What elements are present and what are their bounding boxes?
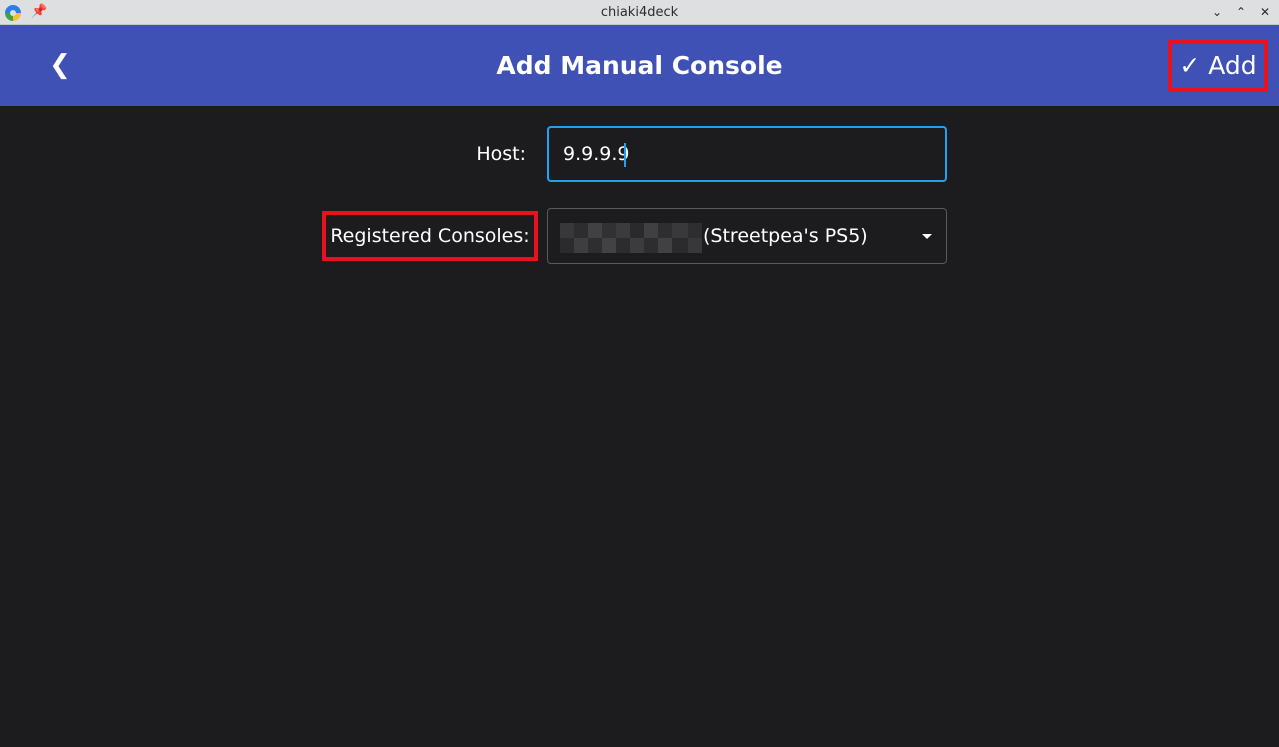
text-cursor: [624, 143, 626, 167]
add-button[interactable]: ✓ Add: [1168, 40, 1268, 92]
close-button[interactable]: ✕: [1255, 3, 1275, 21]
registered-consoles-dropdown[interactable]: (Streetpea's PS5): [547, 208, 947, 264]
maximize-button[interactable]: ⌃: [1231, 3, 1251, 21]
host-input[interactable]: [547, 126, 947, 182]
chevron-down-icon: [922, 234, 932, 239]
page-title: Add Manual Console: [496, 51, 783, 80]
window-titlebar: 📌 chiaki4deck ⌄ ⌃ ✕: [0, 0, 1279, 25]
window-title: chiaki4deck: [600, 5, 679, 20]
selected-console-name: (Streetpea's PS5): [703, 225, 868, 247]
app-header: ❮ Add Manual Console ✓ Add: [0, 25, 1279, 106]
host-label: Host:: [476, 143, 526, 165]
minimize-button[interactable]: ⌄: [1207, 3, 1227, 21]
redacted-console-id: [560, 223, 702, 253]
registered-consoles-label: Registered Consoles:: [322, 211, 538, 261]
